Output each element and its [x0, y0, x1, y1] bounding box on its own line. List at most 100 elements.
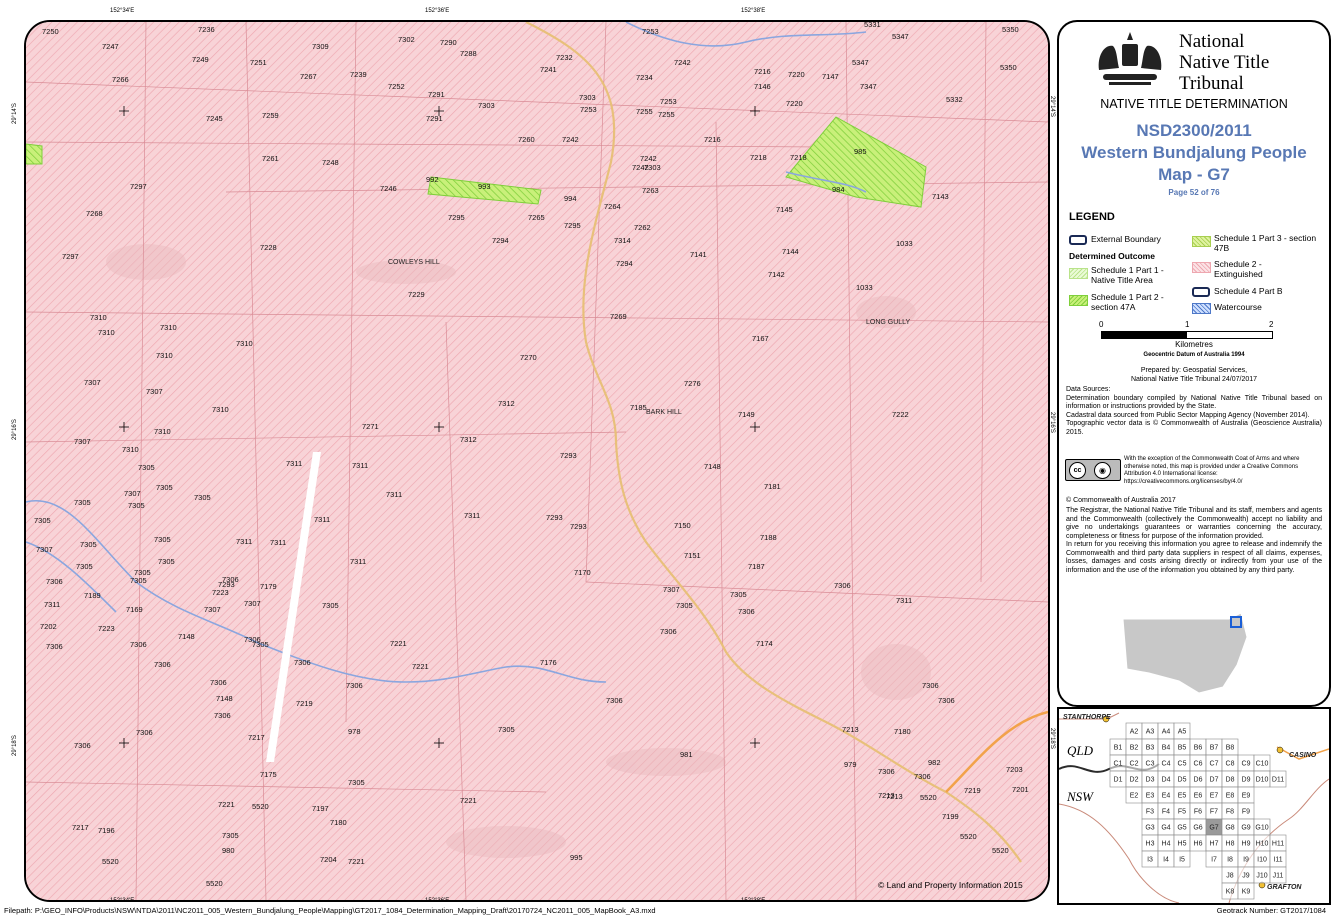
native-title-area-left[interactable] — [26, 143, 43, 165]
index-cell-label: I4 — [1163, 857, 1169, 864]
place-name: BARK HILL — [646, 409, 682, 416]
index-cell-label: E8 — [1226, 793, 1235, 800]
parcel-label: 7266 — [112, 75, 129, 84]
map-canvas[interactable]: COWLEYS HILL LONG GULLY BARK HILL 7250 72… — [26, 22, 1048, 900]
parcel-label: 7252 — [388, 82, 405, 91]
index-cell-label: K8 — [1226, 889, 1235, 896]
index-cell-label: G8 — [1225, 825, 1234, 832]
parcel-label: 7174 — [756, 639, 773, 648]
parcel-label: 7312 — [460, 435, 477, 444]
parcel-label: 7311 — [236, 537, 252, 546]
index-cell-label: H7 — [1210, 841, 1219, 848]
parcel-label: 7306 — [154, 660, 171, 669]
parcel-label: 1033 — [896, 239, 913, 248]
scale-unit: Kilometres — [1175, 340, 1213, 349]
index-cell-label: H4 — [1162, 841, 1171, 848]
index-cell-label: H11 — [1272, 841, 1284, 848]
parcel-label: 7310 — [212, 405, 229, 414]
index-cell-label: C1 — [1114, 761, 1123, 768]
parcel-label: 7228 — [260, 243, 277, 252]
parcel-label: 7305 — [130, 576, 147, 585]
parcel-label: 1033 — [856, 283, 873, 292]
index-map-svg[interactable]: STANTHORPE CASINO GRAFTON QLD NSW A2 A3 A4… — [1059, 709, 1329, 903]
index-cell-label: C2 — [1130, 761, 1139, 768]
parcel-label: 7311 — [464, 511, 480, 520]
parcel-label: 7302 — [398, 35, 415, 44]
parcel-label: 7147 — [822, 72, 839, 81]
scale-tick-0: 0 — [1099, 320, 1104, 329]
coord-left-2: 29°16'S — [12, 419, 18, 440]
parcel-label: 7305 — [222, 831, 239, 840]
parcel-label: 7306 — [834, 581, 851, 590]
parcel-label: 7307 — [663, 585, 680, 594]
place-name: LONG GULLY — [866, 319, 911, 326]
index-cell-label: J11 — [1273, 873, 1284, 880]
parcel-label: 7305 — [156, 483, 173, 492]
parcel-label: 7188 — [760, 533, 777, 542]
parcel-label: 7260 — [518, 135, 535, 144]
parcel-label: 7251 — [250, 58, 267, 67]
index-cell-label: E7 — [1210, 793, 1219, 800]
parcel-label: 7305 — [80, 540, 97, 549]
parcel-label: 7242 — [640, 154, 657, 163]
s1p2-swatch — [1069, 295, 1088, 306]
index-cell-label: D5 — [1178, 777, 1187, 784]
parcel-label: 7307 — [124, 489, 141, 498]
parcel-label: 7311 — [350, 557, 366, 566]
parcel-label: 7306 — [46, 642, 63, 651]
parcel-label: 7310 — [160, 323, 177, 332]
nsw-locator-map — [1122, 612, 1248, 694]
parcel-label: 7303 — [478, 101, 495, 110]
parcel-label: 7249 — [192, 55, 209, 64]
parcel-label: 7294 — [616, 259, 633, 268]
parcel-label: 7246 — [380, 184, 397, 193]
parcel-label: 7169 — [126, 605, 143, 614]
parcel-label: 7290 — [440, 38, 457, 47]
parcel-label: 7229 — [408, 290, 425, 299]
parcel-label: 7236 — [198, 25, 215, 34]
coord-bottom-3: 152°38'E — [741, 898, 766, 904]
parcel-label: 5331 — [864, 22, 881, 29]
parcel-label: 7141 — [690, 250, 707, 259]
parcel-label: 980 — [222, 846, 235, 855]
index-cell-label: B7 — [1210, 745, 1219, 752]
index-cell-label: C7 — [1210, 761, 1219, 768]
map-frame[interactable]: COWLEYS HILL LONG GULLY BARK HILL 7250 72… — [24, 20, 1050, 902]
parcel-label: 7297 — [62, 252, 79, 261]
index-cell-label: D8 — [1226, 777, 1235, 784]
parcel-label: 7306 — [74, 741, 91, 750]
parcel-label: 7185 — [630, 403, 647, 412]
parcel-label: 7307 — [146, 387, 163, 396]
parcel-label: 7293 — [560, 451, 577, 460]
parcel-label: 7306 — [222, 575, 239, 584]
index-cell-label: H5 — [1178, 841, 1187, 848]
s2-swatch — [1192, 262, 1211, 273]
parcel-label: 7305 — [158, 557, 175, 566]
parcel-label: 7253 — [580, 105, 597, 114]
parcel-label: 7220 — [788, 70, 805, 79]
parcel-label: 7199 — [942, 812, 959, 821]
parcel-label: 7151 — [684, 551, 701, 560]
geotrack-number: Geotrack Number: GT2017/1084 — [1216, 906, 1326, 915]
data-source-line: Determination boundary compiled by Natio… — [1066, 394, 1322, 411]
index-cell-label: G7 — [1209, 825, 1218, 832]
index-inset-map[interactable]: STANTHORPE CASINO GRAFTON QLD NSW A2 A3 A4… — [1057, 707, 1331, 905]
index-cell-label: C10 — [1256, 761, 1269, 768]
parcel-label: 7250 — [42, 27, 59, 36]
parcel-label: 7306 — [244, 635, 261, 644]
index-cell-label: D9 — [1242, 777, 1251, 784]
parcel-label: 7305 — [676, 601, 693, 610]
index-cell-label: B3 — [1146, 745, 1155, 752]
legend-s1p1: Schedule 1 Part 1 - Native Title Area — [1091, 265, 1164, 285]
parcel-label: 7145 — [776, 205, 793, 214]
parcel-label: 5347 — [892, 32, 909, 41]
parcel-label: 7305 — [34, 516, 51, 525]
parcel-label: 7347 — [860, 82, 877, 91]
index-cell-label: H10 — [1256, 841, 1269, 848]
index-cell-label: B1 — [1114, 745, 1123, 752]
index-cell-label: D10 — [1256, 777, 1269, 784]
index-cell-label: F8 — [1226, 809, 1234, 816]
index-cell-label: G3 — [1145, 825, 1154, 832]
legend-title: LEGEND — [1069, 211, 1115, 223]
index-cell-label: G9 — [1241, 825, 1250, 832]
